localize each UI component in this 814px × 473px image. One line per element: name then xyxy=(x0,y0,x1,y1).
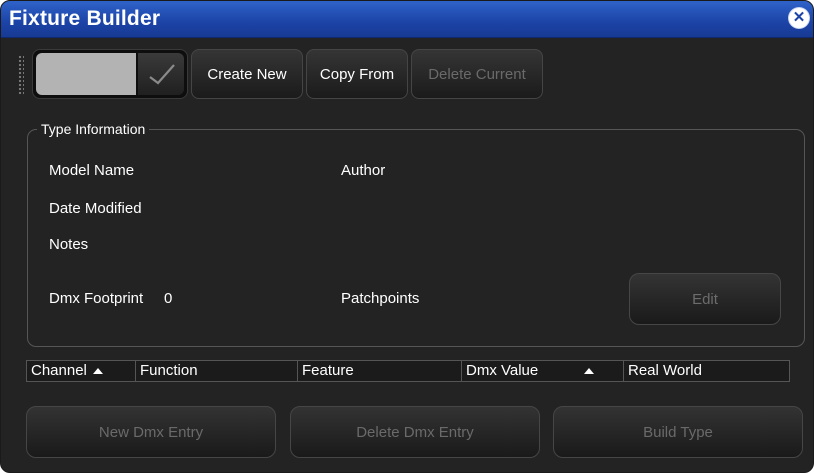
fixture-builder-window: Fixture Builder ✕ Create New Copy From D… xyxy=(0,0,814,473)
type-information-legend: Type Information xyxy=(37,121,150,137)
patchpoints-label: Patchpoints xyxy=(341,290,420,307)
column-header-label: Real World xyxy=(628,362,702,379)
title-bar[interactable]: Fixture Builder ✕ xyxy=(1,1,813,38)
sort-ascending-icon xyxy=(92,368,103,375)
delete-dmx-entry-button[interactable]: Delete Dmx Entry xyxy=(290,406,540,458)
column-header-label: Function xyxy=(140,362,198,379)
new-dmx-entry-button[interactable]: New Dmx Entry xyxy=(26,406,276,458)
column-header-label: Channel xyxy=(31,362,87,379)
dmx-table-header: Channel Function Feature Dmx Value Real … xyxy=(26,360,790,382)
copy-from-button[interactable]: Copy From xyxy=(306,49,408,99)
column-header-real-world[interactable]: Real World xyxy=(624,361,789,381)
edit-button[interactable]: Edit xyxy=(629,273,781,325)
sort-ascending-icon xyxy=(584,368,595,375)
date-modified-label: Date Modified xyxy=(49,200,142,217)
close-icon: ✕ xyxy=(792,9,806,26)
dmx-footprint-label: Dmx Footprint xyxy=(49,290,144,307)
model-name-label: Model Name xyxy=(49,162,135,179)
window-title: Fixture Builder xyxy=(9,7,161,30)
author-label: Author xyxy=(341,162,386,179)
fixture-type-dropdown-button[interactable] xyxy=(138,53,184,95)
column-header-label: Feature xyxy=(302,362,354,379)
toolbar-grip-handle[interactable] xyxy=(18,55,24,95)
create-new-button[interactable]: Create New xyxy=(191,49,303,99)
build-type-button[interactable]: Build Type xyxy=(553,406,803,458)
delete-current-button[interactable]: Delete Current xyxy=(411,49,543,99)
column-header-function[interactable]: Function xyxy=(136,361,298,381)
close-button[interactable]: ✕ xyxy=(789,8,809,28)
fixture-type-selector[interactable] xyxy=(32,49,188,99)
chevron-down-icon xyxy=(149,64,175,85)
column-header-dmx-value[interactable]: Dmx Value xyxy=(462,361,624,381)
fixture-type-swatch[interactable] xyxy=(36,53,136,95)
notes-label: Notes xyxy=(49,236,89,253)
column-header-feature[interactable]: Feature xyxy=(298,361,462,381)
column-header-channel[interactable]: Channel xyxy=(27,361,136,381)
dmx-footprint-value: 0 xyxy=(164,290,173,307)
column-header-label: Dmx Value xyxy=(466,362,539,379)
